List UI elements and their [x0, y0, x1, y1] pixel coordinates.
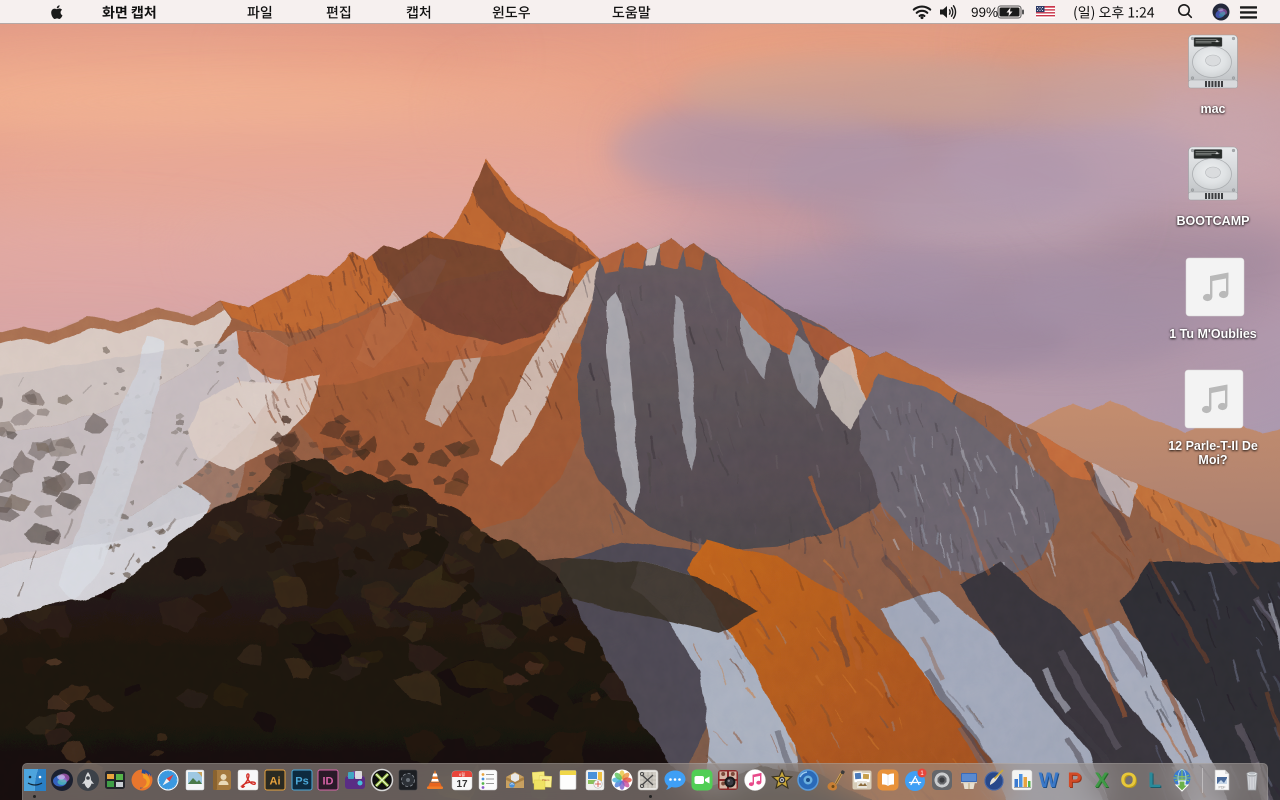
svg-text:PDF: PDF	[1219, 786, 1226, 790]
svg-text:X: X	[1094, 769, 1108, 792]
svg-text:W: W	[1038, 769, 1058, 792]
svg-text:Ai: Ai	[270, 776, 281, 788]
svg-text:P: P	[1068, 769, 1082, 792]
svg-text:99%: 99%	[971, 5, 998, 20]
svg-text:Plans: Plans	[542, 778, 550, 782]
svg-text:6월: 6월	[459, 771, 465, 777]
svg-text:ID: ID	[323, 776, 334, 788]
svg-text:L: L	[1148, 769, 1161, 792]
svg-text:Ps: Ps	[295, 776, 308, 788]
svg-text:17: 17	[456, 779, 468, 790]
svg-text:O: O	[1120, 769, 1136, 792]
